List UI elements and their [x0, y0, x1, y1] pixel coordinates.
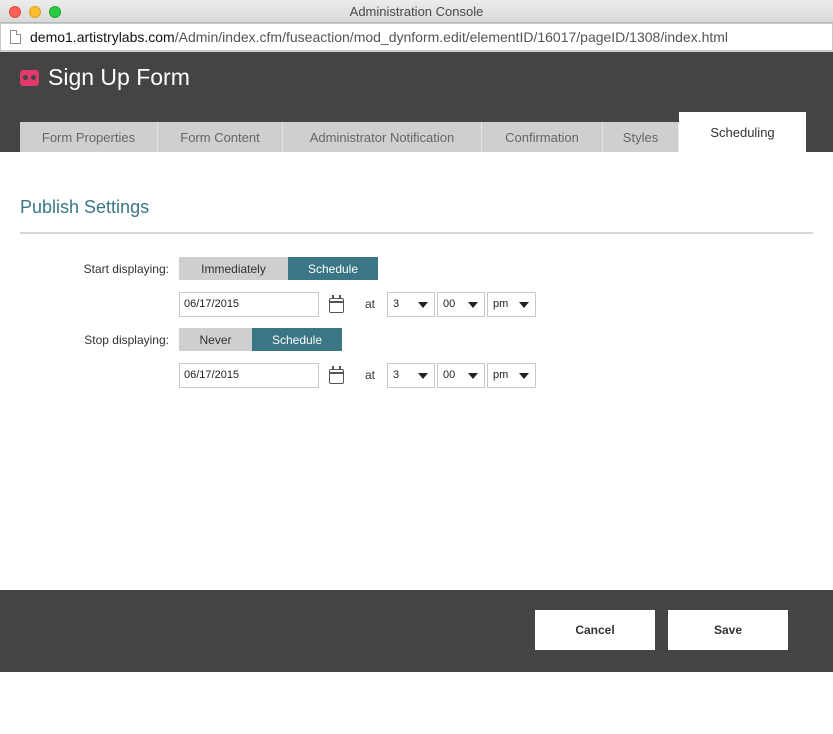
window-title: Administration Console: [349, 4, 484, 19]
tab-form-properties[interactable]: Form Properties: [20, 122, 158, 152]
start-displaying-toggle: Immediately Schedule: [179, 257, 378, 280]
page-title: Sign Up Form: [48, 64, 190, 90]
cancel-button[interactable]: Cancel: [535, 610, 655, 650]
tab-styles[interactable]: Styles: [603, 122, 679, 152]
stop-minute-select[interactable]: 00: [437, 363, 485, 388]
tab-scheduling[interactable]: Scheduling: [679, 112, 806, 152]
mask-logo-icon: [20, 70, 39, 86]
stop-hour-value: 3: [393, 369, 400, 381]
document-icon: [10, 30, 21, 44]
url-text: demo1.artistrylabs.com/Admin/index.cfm/f…: [30, 29, 728, 45]
start-hour-select[interactable]: 3: [387, 292, 435, 317]
start-ampm-value: pm: [493, 298, 509, 310]
stop-schedule-option[interactable]: Schedule: [252, 328, 342, 351]
chevron-down-icon: [468, 373, 478, 379]
tab-confirmation[interactable]: Confirmation: [482, 122, 603, 152]
stop-displaying-label: Stop displaying:: [84, 333, 169, 347]
start-at-label: at: [365, 297, 376, 311]
start-ampm-select[interactable]: pm: [487, 292, 536, 317]
section-divider: [20, 232, 813, 234]
chevron-down-icon: [519, 373, 529, 379]
tab-form-content[interactable]: Form Content: [158, 122, 283, 152]
start-minute-select[interactable]: 00: [437, 292, 485, 317]
stop-displaying-toggle: Never Schedule: [179, 328, 342, 351]
stop-ampm-select[interactable]: pm: [487, 363, 536, 388]
chevron-down-icon: [418, 373, 428, 379]
start-date-input[interactable]: 06/17/2015: [179, 292, 319, 317]
start-immediately-option[interactable]: Immediately: [179, 257, 288, 280]
save-button[interactable]: Save: [668, 610, 788, 650]
window-title-bar: Administration Console: [0, 0, 833, 23]
start-hour-value: 3: [393, 298, 400, 310]
stop-date-input[interactable]: 06/17/2015: [179, 363, 319, 388]
start-displaying-label: Start displaying:: [83, 262, 169, 276]
url-field[interactable]: demo1.artistrylabs.com/Admin/index.cfm/f…: [0, 23, 833, 51]
chevron-down-icon: [418, 302, 428, 308]
stop-calendar-icon[interactable]: [329, 366, 344, 384]
start-schedule-option[interactable]: Schedule: [288, 257, 378, 280]
stop-minute-value: 00: [443, 369, 456, 381]
stop-at-label: at: [365, 368, 376, 382]
url-path: /Admin/index.cfm/fuseaction/mod_dynform.…: [174, 29, 729, 45]
url-host: demo1.artistrylabs.com: [30, 29, 175, 45]
section-title: Publish Settings: [20, 197, 150, 217]
chevron-down-icon: [519, 302, 529, 308]
address-bar: demo1.artistrylabs.com/Admin/index.cfm/f…: [0, 23, 833, 52]
tab-administrator-notification[interactable]: Administrator Notification: [283, 122, 482, 152]
stop-hour-select[interactable]: 3: [387, 363, 435, 388]
start-calendar-icon[interactable]: [329, 295, 344, 313]
tab-bar: Form Properties Form Content Administrat…: [20, 112, 806, 152]
stop-ampm-value: pm: [493, 369, 509, 381]
start-minute-value: 00: [443, 298, 456, 310]
stop-never-option[interactable]: Never: [179, 328, 252, 351]
chevron-down-icon: [468, 302, 478, 308]
